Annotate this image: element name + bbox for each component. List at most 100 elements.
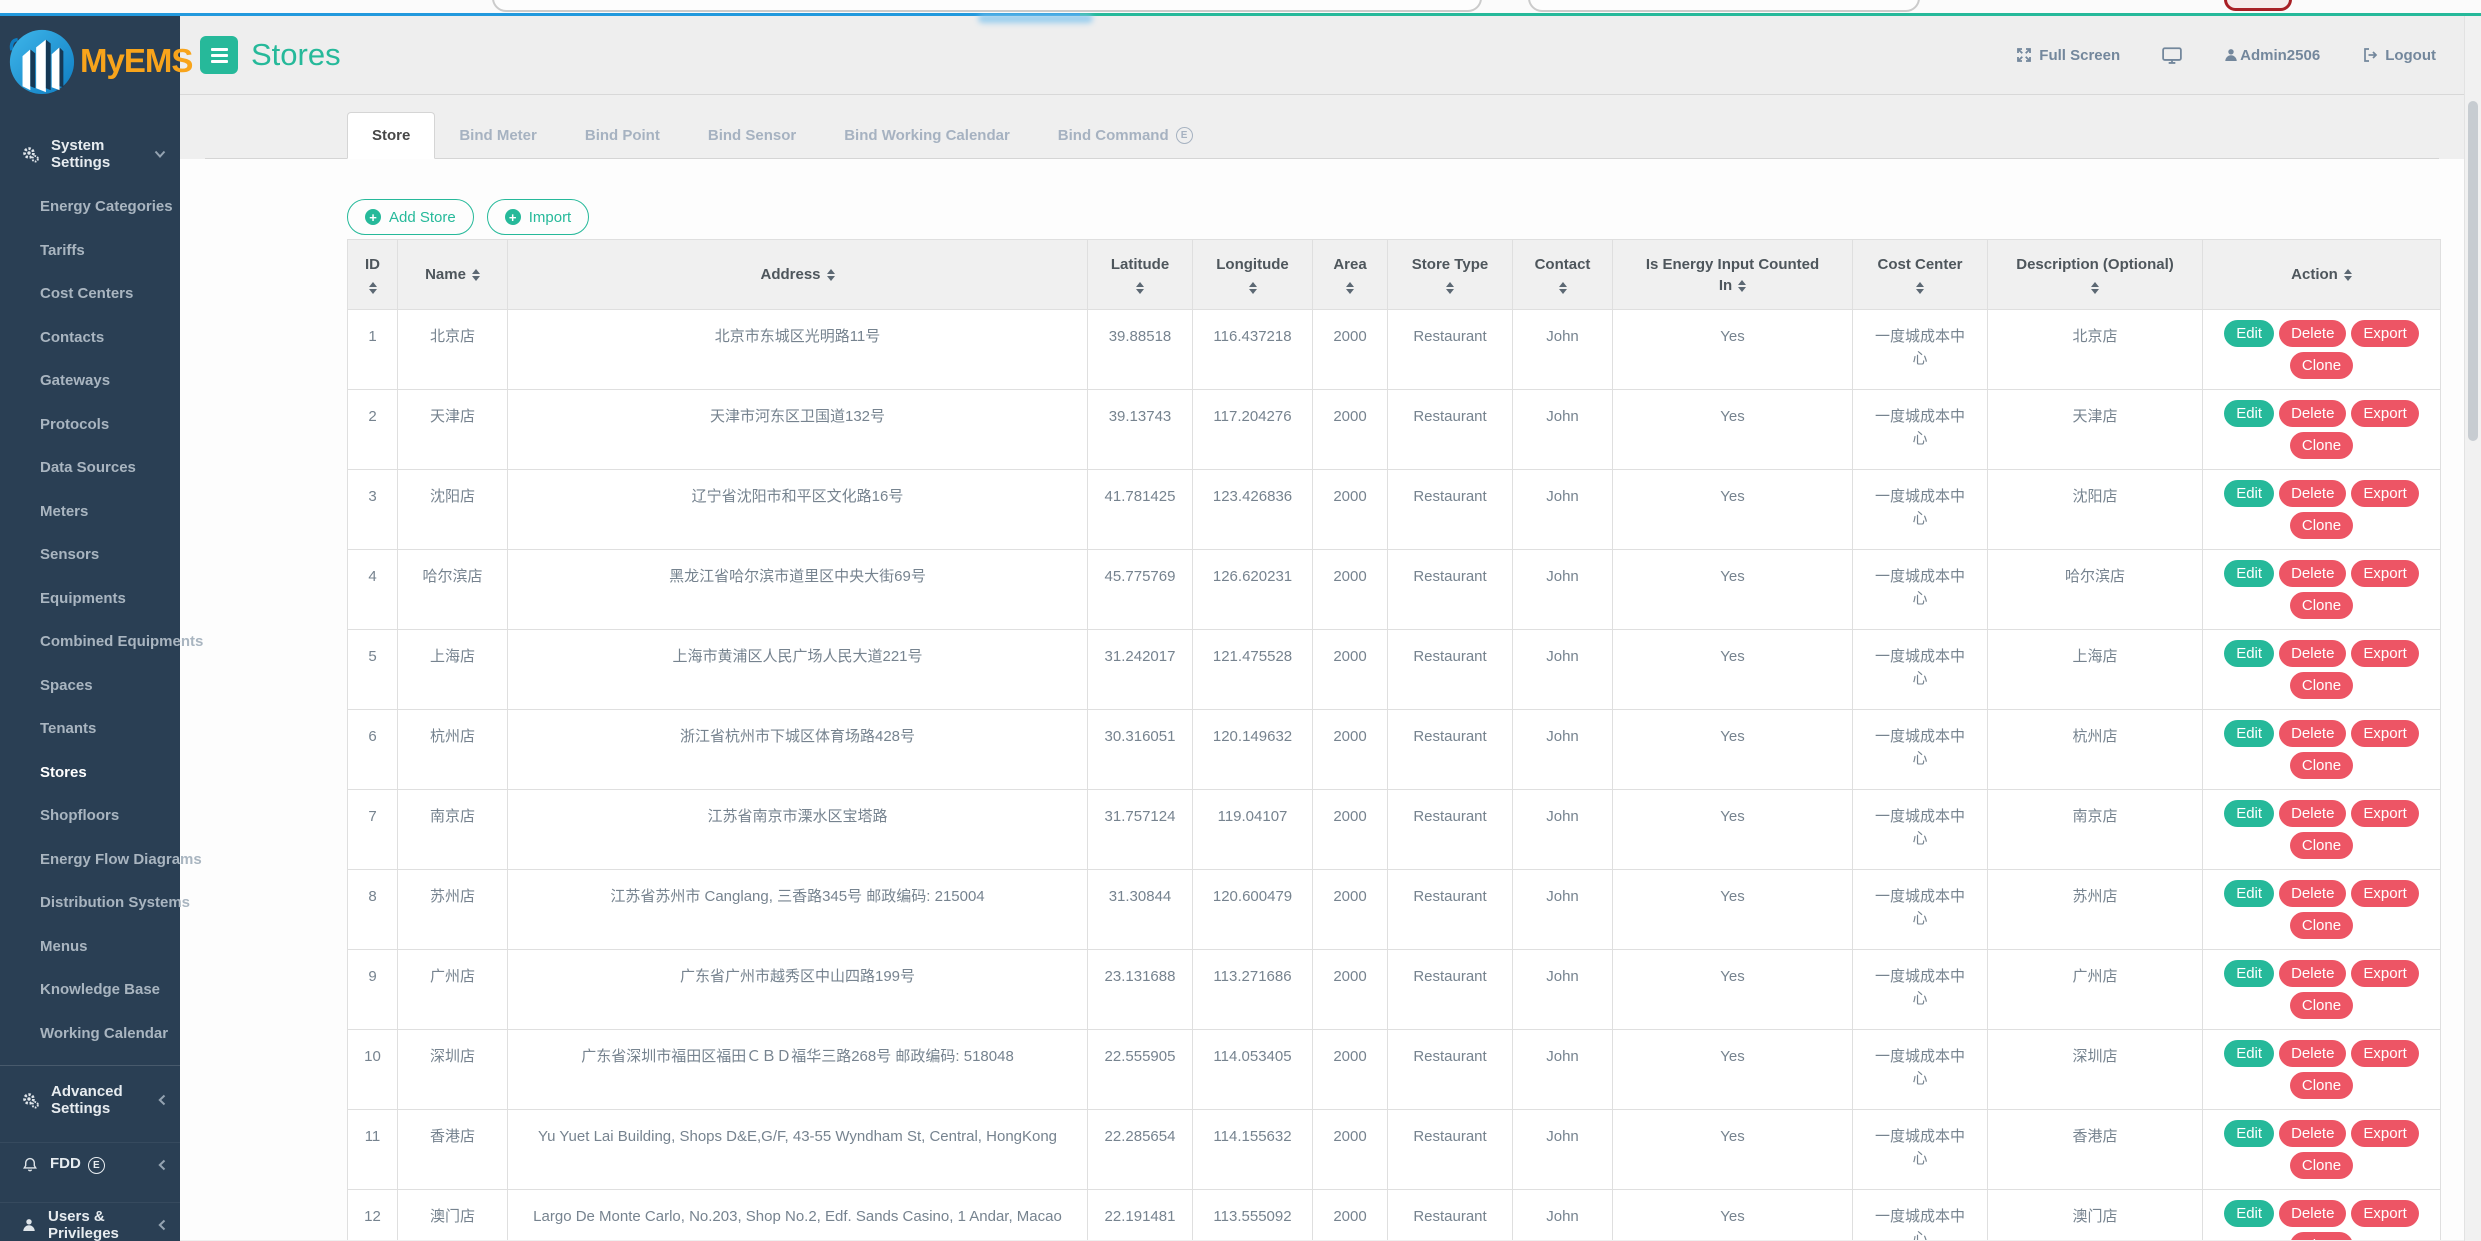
sidebar-item[interactable]: Protocols xyxy=(0,403,180,447)
sidebar-item[interactable]: Stores xyxy=(0,751,180,795)
column-header[interactable]: Name xyxy=(398,240,508,310)
logout-button[interactable]: Logout xyxy=(2362,47,2436,64)
tab[interactable]: Bind Sensor xyxy=(684,113,820,158)
delete-button[interactable]: Delete xyxy=(2279,880,2346,907)
app-logo[interactable]: MyEMS xyxy=(0,16,180,104)
sort-icon[interactable] xyxy=(369,282,377,294)
export-button[interactable]: Export xyxy=(2351,320,2418,347)
edit-button[interactable]: Edit xyxy=(2224,720,2274,747)
sidebar-item[interactable]: Gateways xyxy=(0,359,180,403)
clone-button[interactable]: Clone xyxy=(2290,1152,2353,1179)
clone-button[interactable]: Clone xyxy=(2290,592,2353,619)
delete-button[interactable]: Delete xyxy=(2279,640,2346,667)
column-header[interactable]: Contact xyxy=(1513,240,1613,310)
sidebar-item[interactable]: Shopfloors xyxy=(0,794,180,838)
column-header[interactable]: Address xyxy=(508,240,1088,310)
sort-icon[interactable] xyxy=(1916,282,1924,294)
sidebar-item[interactable]: Distribution Systems xyxy=(0,881,180,925)
delete-button[interactable]: Delete xyxy=(2279,560,2346,587)
sidebar-item[interactable]: Data Sources xyxy=(0,446,180,490)
sidebar-item[interactable]: Menus xyxy=(0,925,180,969)
sidebar-section-advanced-settings[interactable]: Advanced Settings xyxy=(0,1078,180,1122)
export-button[interactable]: Export xyxy=(2351,400,2418,427)
delete-button[interactable]: Delete xyxy=(2279,1120,2346,1147)
clone-button[interactable]: Clone xyxy=(2290,752,2353,779)
sidebar-item[interactable]: Meters xyxy=(0,490,180,534)
edit-button[interactable]: Edit xyxy=(2224,880,2274,907)
column-header[interactable]: Store Type xyxy=(1388,240,1513,310)
clone-button[interactable]: Clone xyxy=(2290,432,2353,459)
monitor-button[interactable] xyxy=(2162,47,2182,64)
delete-button[interactable]: Delete xyxy=(2279,1200,2346,1227)
sidebar-item[interactable]: Energy Flow Diagrams xyxy=(0,838,180,882)
tab[interactable]: Bind Command E xyxy=(1034,113,1217,158)
clone-button[interactable]: Clone xyxy=(2290,352,2353,379)
column-header[interactable]: Action xyxy=(2203,240,2441,310)
sidebar-item[interactable]: Sensors xyxy=(0,533,180,577)
sort-icon[interactable] xyxy=(1559,282,1567,294)
sort-icon[interactable] xyxy=(1249,282,1257,294)
delete-button[interactable]: Delete xyxy=(2279,400,2346,427)
export-button[interactable]: Export xyxy=(2351,720,2418,747)
export-button[interactable]: Export xyxy=(2351,960,2418,987)
export-button[interactable]: Export xyxy=(2351,800,2418,827)
browser-record-button[interactable] xyxy=(2224,0,2292,11)
user-menu[interactable]: Admin2506 xyxy=(2224,47,2320,64)
delete-button[interactable]: Delete xyxy=(2279,960,2346,987)
sort-icon[interactable] xyxy=(2344,269,2352,281)
export-button[interactable]: Export xyxy=(2351,1120,2418,1147)
tab[interactable]: Bind Point xyxy=(561,113,684,158)
sidebar-item[interactable]: Cost Centers xyxy=(0,272,180,316)
vertical-scrollbar[interactable] xyxy=(2464,16,2481,1241)
scrollbar-thumb[interactable] xyxy=(2468,101,2478,441)
edit-button[interactable]: Edit xyxy=(2224,1200,2274,1227)
sidebar-item[interactable]: Working Calendar xyxy=(0,1012,180,1056)
sidebar-item[interactable]: Knowledge Base xyxy=(0,968,180,1012)
sidebar-section-system-settings[interactable]: System Settings xyxy=(0,132,180,176)
import-button[interactable]: + Import xyxy=(487,199,590,235)
sidebar-item[interactable]: Tariffs xyxy=(0,229,180,273)
sidebar-item[interactable]: Spaces xyxy=(0,664,180,708)
edit-button[interactable]: Edit xyxy=(2224,1120,2274,1147)
sort-icon[interactable] xyxy=(1446,282,1454,294)
edit-button[interactable]: Edit xyxy=(2224,1040,2274,1067)
delete-button[interactable]: Delete xyxy=(2279,720,2346,747)
sidebar-section-users-privileges[interactable]: Users & Privileges xyxy=(0,1202,180,1241)
clone-button[interactable]: Clone xyxy=(2290,912,2353,939)
clone-button[interactable]: Clone xyxy=(2290,512,2353,539)
clone-button[interactable]: Clone xyxy=(2290,992,2353,1019)
export-button[interactable]: Export xyxy=(2351,480,2418,507)
edit-button[interactable]: Edit xyxy=(2224,560,2274,587)
full-screen-button[interactable]: Full Screen xyxy=(2016,47,2120,64)
column-header[interactable]: Is Energy Input Counted In xyxy=(1613,240,1853,310)
sidebar-item[interactable]: Energy Categories xyxy=(0,185,180,229)
edit-button[interactable]: Edit xyxy=(2224,800,2274,827)
delete-button[interactable]: Delete xyxy=(2279,1040,2346,1067)
tab[interactable]: Bind Working Calendar xyxy=(820,113,1034,158)
edit-button[interactable]: Edit xyxy=(2224,400,2274,427)
export-button[interactable]: Export xyxy=(2351,1200,2418,1227)
add-store-button[interactable]: + Add Store xyxy=(347,199,474,235)
sidebar-item[interactable]: Contacts xyxy=(0,316,180,360)
export-button[interactable]: Export xyxy=(2351,1040,2418,1067)
export-button[interactable]: Export xyxy=(2351,560,2418,587)
delete-button[interactable]: Delete xyxy=(2279,800,2346,827)
sort-icon[interactable] xyxy=(1136,282,1144,294)
sidebar-item[interactable]: Tenants xyxy=(0,707,180,751)
edit-button[interactable]: Edit xyxy=(2224,640,2274,667)
clone-button[interactable]: Clone xyxy=(2290,1232,2353,1240)
export-button[interactable]: Export xyxy=(2351,880,2418,907)
sort-icon[interactable] xyxy=(1346,282,1354,294)
edit-button[interactable]: Edit xyxy=(2224,960,2274,987)
sort-icon[interactable] xyxy=(472,269,480,281)
sort-icon[interactable] xyxy=(827,269,835,281)
edit-button[interactable]: Edit xyxy=(2224,480,2274,507)
tab[interactable]: Store xyxy=(347,112,435,159)
sidebar-section-fdd[interactable]: FDDE xyxy=(0,1142,180,1186)
delete-button[interactable]: Delete xyxy=(2279,320,2346,347)
sort-icon[interactable] xyxy=(2091,282,2099,294)
delete-button[interactable]: Delete xyxy=(2279,480,2346,507)
column-header[interactable]: Latitude xyxy=(1088,240,1193,310)
sidebar-item[interactable]: Equipments xyxy=(0,577,180,621)
column-header[interactable]: Longitude xyxy=(1193,240,1313,310)
